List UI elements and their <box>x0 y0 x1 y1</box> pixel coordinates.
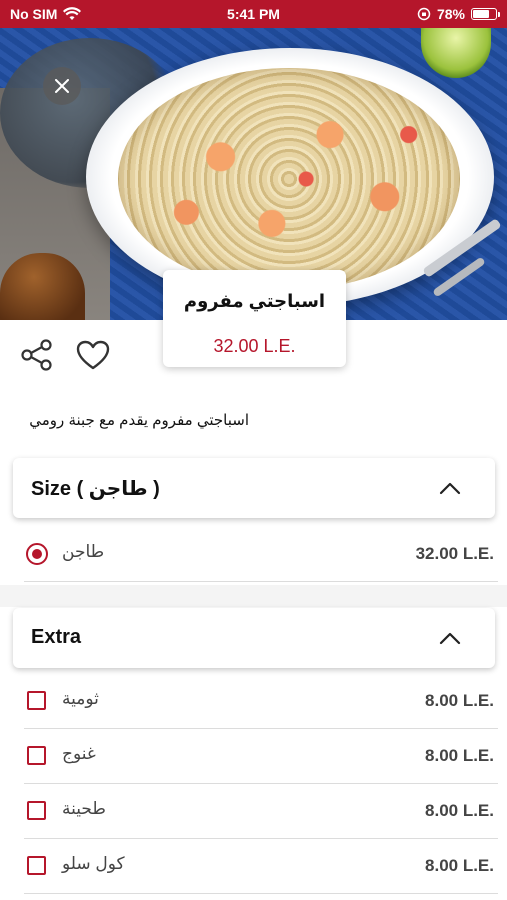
extra-option-label: ثومية <box>62 689 99 708</box>
extra-option-label: طحينة <box>62 799 106 818</box>
chevron-up-icon[interactable] <box>439 478 461 500</box>
extra-section-title: Extra <box>31 626 82 648</box>
share-icon[interactable] <box>20 338 54 372</box>
extra-option-checkbox[interactable] <box>27 856 46 875</box>
size-option-row[interactable]: طاجن 32.00 L.E. <box>24 528 498 582</box>
battery-icon <box>471 8 500 20</box>
battery-percent: 78% <box>436 6 465 22</box>
size-option-price: 32.00 L.E. <box>415 544 494 563</box>
extra-section-header[interactable]: Extra <box>13 608 495 668</box>
extra-option-row[interactable]: غنوج 8.00 L.E. <box>24 730 498 784</box>
orientation-lock-icon <box>417 7 431 21</box>
extra-option-row[interactable]: طحينة 8.00 L.E. <box>24 785 498 839</box>
size-option-label: طاجن <box>62 542 105 561</box>
status-right: 78% <box>417 6 500 22</box>
extra-option-checkbox[interactable] <box>27 746 46 765</box>
product-name: اسباجتي مفروم <box>183 291 326 311</box>
product-title-card: اسباجتي مفروم 32.00 L.E. <box>163 270 346 367</box>
close-icon <box>55 79 69 93</box>
extra-option-row[interactable]: ثومية 8.00 L.E. <box>24 675 498 729</box>
product-price: 32.00 L.E. <box>213 336 296 356</box>
battery-level-fill <box>473 10 489 18</box>
chevron-up-icon[interactable] <box>439 628 461 650</box>
extra-option-row[interactable]: كول سلو 8.00 L.E. <box>24 840 498 894</box>
extra-option-label: كول سلو <box>62 854 125 873</box>
extra-option-price: 8.00 L.E. <box>425 856 494 875</box>
heart-icon[interactable] <box>76 340 110 370</box>
extra-option-label: غنوج <box>62 744 96 763</box>
size-option-radio[interactable] <box>26 543 48 565</box>
pasta-decoration <box>118 68 460 290</box>
extra-option-price: 8.00 L.E. <box>425 801 494 820</box>
size-section-header[interactable]: Size ( طاجن ) <box>13 458 495 518</box>
pepper-mill-decoration <box>0 253 85 320</box>
extra-option-checkbox[interactable] <box>27 691 46 710</box>
radio-selected-dot <box>32 549 42 559</box>
product-detail-screen: No SIM 5:41 PM 78% اسباجتي مفروم 32.00 L… <box>0 0 507 900</box>
extra-option-price: 8.00 L.E. <box>425 746 494 765</box>
status-bar: No SIM 5:41 PM 78% <box>0 0 507 28</box>
close-button[interactable] <box>43 67 81 105</box>
size-section-title: Size ( طاجن ) <box>31 478 160 500</box>
product-description: اسباجتي مفروم يقدم مع جبنة رومي <box>29 412 249 429</box>
extra-option-price: 8.00 L.E. <box>425 691 494 710</box>
section-divider <box>0 585 507 607</box>
extra-option-checkbox[interactable] <box>27 801 46 820</box>
